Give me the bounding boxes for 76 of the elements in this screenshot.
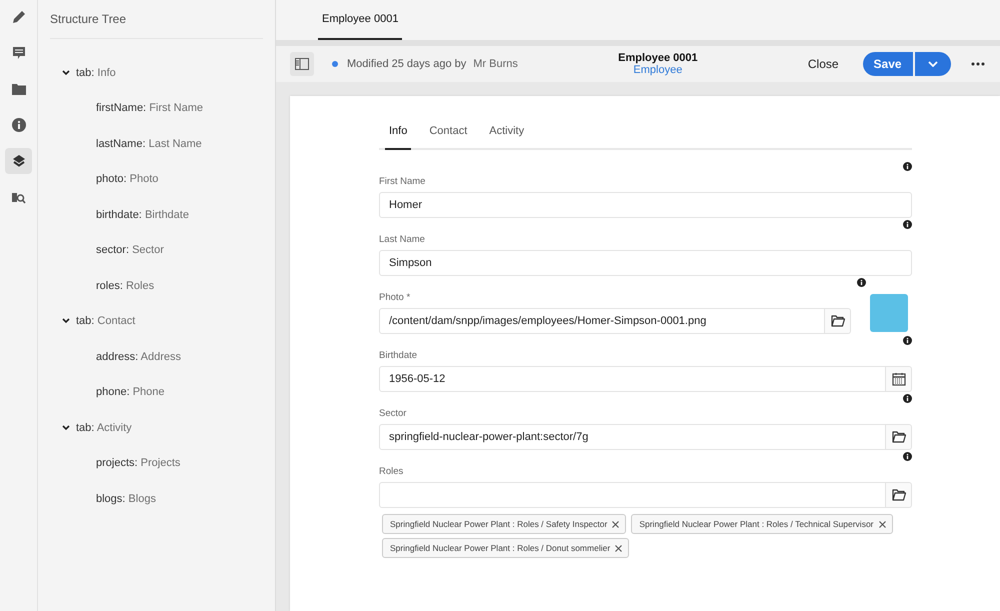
tree-item[interactable]: firstName: First Name: [96, 102, 203, 114]
info-icon[interactable]: [857, 278, 866, 287]
calendar-button[interactable]: [886, 366, 912, 392]
info-icon[interactable]: [903, 220, 912, 229]
document-tab[interactable]: Employee 0001: [318, 0, 402, 40]
chevron-icon[interactable]: [62, 318, 70, 324]
close-icon: [878, 520, 886, 528]
layers-icon: [12, 154, 26, 168]
folder-icon: [830, 315, 844, 327]
tag-label: Springfield Nuclear Power Plant : Roles / Donut sommelier: [390, 543, 610, 553]
tree-item[interactable]: tab: Contact: [76, 315, 136, 328]
field-label: Last Name: [379, 233, 426, 245]
browse-button[interactable]: [825, 308, 851, 334]
document-title: Employee 0001: [618, 52, 698, 64]
info-icon[interactable]: [903, 452, 912, 461]
rail-button[interactable]: [5, 148, 32, 174]
form-tab[interactable]: Contact: [425, 114, 472, 150]
info-icon: [12, 118, 26, 132]
more-icon: [970, 62, 985, 66]
form-tab[interactable]: Activity: [485, 114, 528, 150]
close-icon: [615, 544, 622, 552]
comment-icon: [12, 46, 26, 60]
tree-item[interactable]: projects: Projects: [96, 457, 180, 470]
browse-button[interactable]: [886, 482, 912, 508]
info-icon[interactable]: [903, 394, 912, 403]
field-label: First Name: [379, 175, 426, 187]
path-field[interactable]: springfield-nuclear-power-plant:sector/7g: [379, 424, 886, 450]
chevron-icon: [928, 61, 938, 67]
field-label: Roles: [379, 465, 404, 477]
tag-label: Springfield Nuclear Power Plant : Roles / Technical Supervisor: [639, 519, 874, 529]
path-field[interactable]: [379, 482, 886, 508]
save-options-button[interactable]: [914, 52, 951, 76]
remove-tag-button[interactable]: [878, 520, 886, 528]
tree-item[interactable]: blogs: Blogs: [96, 492, 156, 505]
tree-item[interactable]: birthdate: Birthdate: [96, 208, 189, 221]
tree-item[interactable]: photo: Photo: [96, 173, 158, 186]
info-icon[interactable]: [903, 336, 912, 345]
tree-item[interactable]: lastName: Last Name: [96, 138, 202, 150]
pencil-icon: [12, 10, 26, 24]
remove-tag-button[interactable]: [612, 520, 620, 528]
tree-item[interactable]: address: Address: [96, 350, 182, 363]
folder-icon: [12, 83, 26, 95]
close-button[interactable]: Close: [808, 57, 839, 71]
tree-item[interactable]: roles: Roles: [96, 280, 154, 292]
field-label: Birthdate: [379, 349, 418, 361]
calendar-icon: [892, 372, 906, 386]
text-field[interactable]: Homer: [379, 192, 912, 218]
panel-icon: [295, 58, 309, 70]
date-field[interactable]: 1956-05-12: [379, 366, 886, 392]
status-dot: [332, 61, 338, 67]
tree-item[interactable]: tab: Activity: [76, 422, 132, 434]
save-button[interactable]: Save: [862, 52, 913, 76]
text-field[interactable]: Simpson: [379, 250, 912, 276]
folder-icon: [892, 489, 906, 501]
tree-item[interactable]: tab: Info: [76, 66, 116, 79]
photo-placeholder: [870, 294, 908, 332]
tag-label: Springfield Nuclear Power Plant : Roles / Safety Inspector: [390, 519, 608, 529]
path-field[interactable]: /content/dam/snpp/images/employees/Homer-Simpson-0001.png: [379, 308, 825, 334]
chevron-icon[interactable]: [62, 70, 70, 76]
folder-icon: [892, 431, 906, 443]
remove-tag-button[interactable]: [615, 544, 622, 552]
browse-button[interactable]: [886, 424, 912, 450]
user-name: Mr Burns: [473, 58, 518, 70]
info-icon[interactable]: [903, 162, 912, 171]
document-type-link[interactable]: Employee: [633, 64, 682, 76]
field-label: Sector: [379, 407, 408, 419]
modified-status: Modified 25 days ago by: [347, 58, 466, 70]
panel-toggle-button[interactable]: [290, 52, 314, 76]
tree-item[interactable]: sector: Sector: [96, 244, 164, 256]
chevron-icon[interactable]: [62, 424, 70, 431]
document-search-icon: [11, 190, 26, 204]
panel-title: Structure Tree: [50, 0, 263, 39]
form-tab[interactable]: Info: [385, 114, 412, 150]
field-label: Photo *: [379, 291, 412, 303]
close-icon: [612, 520, 620, 528]
tree-item[interactable]: phone: Phone: [96, 386, 165, 398]
